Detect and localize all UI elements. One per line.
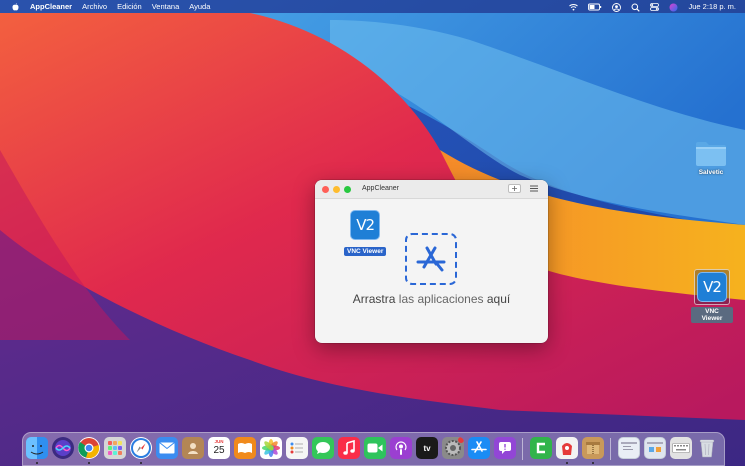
dock: JUN 25 tv <box>22 432 725 466</box>
app-store-icon <box>471 441 487 453</box>
maximize-button[interactable] <box>344 186 351 193</box>
search-icon[interactable] <box>631 3 641 12</box>
dock-music[interactable] <box>338 437 360 459</box>
keyboard-icon <box>672 443 690 453</box>
minimize-button[interactable] <box>333 186 340 193</box>
dock-tv[interactable]: tv <box>416 437 438 459</box>
dock-system-preferences[interactable] <box>442 437 464 459</box>
dock-app-store[interactable] <box>468 437 490 459</box>
running-indicator <box>140 462 142 464</box>
dock-siri[interactable] <box>52 437 74 459</box>
launchpad-icon <box>108 441 122 455</box>
dock-podcasts[interactable] <box>390 437 412 459</box>
close-button[interactable] <box>322 186 329 193</box>
books-icon <box>238 443 252 453</box>
dock-safari[interactable] <box>130 437 152 459</box>
dock-contacts[interactable] <box>182 437 204 459</box>
trash-icon <box>699 439 715 458</box>
appcleaner-icon <box>562 443 572 455</box>
dock-keyboard-viewer[interactable] <box>670 437 692 459</box>
menu-ventana[interactable]: Ventana <box>152 2 180 11</box>
dock-trash[interactable] <box>696 437 718 459</box>
archive-icon <box>586 442 600 454</box>
tv-label: tv <box>423 443 431 453</box>
wifi-icon[interactable] <box>569 3 579 11</box>
mail-icon <box>159 442 175 454</box>
finder-icon <box>26 437 48 459</box>
siri-icon[interactable] <box>669 3 678 11</box>
chrome-icon <box>78 438 100 458</box>
dock-camtasia[interactable] <box>530 437 552 459</box>
notification-badge <box>458 437 464 443</box>
facetime-icon <box>367 443 383 453</box>
music-icon <box>343 440 355 455</box>
menu-archivo[interactable]: Archivo <box>82 2 107 11</box>
user-icon[interactable] <box>612 2 622 12</box>
podcasts-icon <box>395 441 407 455</box>
desktop-vnc-viewer[interactable]: V2 VNC Viewer <box>691 269 733 325</box>
dock-feedback[interactable] <box>494 437 516 459</box>
drop-target[interactable] <box>405 233 457 285</box>
camtasia-icon <box>536 442 545 454</box>
dock-window-1[interactable] <box>618 437 640 459</box>
calendar-day: 25 <box>213 445 225 456</box>
dock-launchpad[interactable] <box>104 437 126 459</box>
photos-icon <box>262 439 280 457</box>
menu-clock[interactable]: Jue 2:18 p. m. <box>688 2 736 11</box>
desktop-folder[interactable]: Salvetic <box>691 140 731 176</box>
drop-area[interactable]: V2 VNC Viewer Arrastra las aplicaciones … <box>315 199 548 343</box>
dock-photos[interactable] <box>260 437 282 459</box>
dragged-vnc-viewer[interactable]: V2 VNC Viewer <box>344 210 387 258</box>
dock-finder[interactable] <box>26 437 48 459</box>
window-thumbnail-icon <box>621 442 637 450</box>
dock-books[interactable] <box>234 437 256 459</box>
desktop-folder-label: Salvetic <box>698 169 724 176</box>
battery-icon[interactable] <box>588 3 602 11</box>
smartdelete-toggle-icon[interactable] <box>508 184 521 193</box>
running-indicator <box>566 462 568 464</box>
running-indicator <box>36 462 38 464</box>
dock-window-2[interactable] <box>644 437 666 459</box>
drop-text-aqui: aquí <box>486 292 511 306</box>
menu-app-name[interactable]: AppCleaner <box>30 2 72 11</box>
dock-messages[interactable] <box>312 437 334 459</box>
feedback-icon <box>499 442 511 454</box>
dock-archive-utility[interactable] <box>582 437 604 459</box>
running-indicator <box>592 462 594 464</box>
drop-instruction: Arrastra las aplicaciones aquí <box>315 292 548 306</box>
siri-icon <box>55 440 71 456</box>
drop-text-arrastra: Arrastra <box>352 292 396 306</box>
vnc-viewer-icon: V2 <box>350 210 381 240</box>
app-store-icon <box>416 246 446 272</box>
dock-mail[interactable] <box>156 437 178 459</box>
vnc-viewer-icon: V2 <box>697 272 727 302</box>
dock-calendar[interactable]: JUN 25 <box>208 437 230 459</box>
folder-icon <box>696 142 726 166</box>
contacts-icon <box>188 443 198 454</box>
dock-separator <box>522 438 523 460</box>
control-center-icon[interactable] <box>650 2 660 11</box>
running-indicator <box>88 462 90 464</box>
dock-chrome[interactable] <box>78 437 100 459</box>
drop-text-las-aplicaciones: las aplicaciones <box>398 292 484 306</box>
messages-icon <box>316 442 330 454</box>
window-titlebar[interactable]: AppCleaner <box>315 180 548 199</box>
reminders-icon <box>290 442 303 454</box>
safari-icon <box>131 438 151 458</box>
apple-menu-icon[interactable] <box>11 2 19 11</box>
window-title: AppCleaner <box>362 185 399 192</box>
menu-edicion[interactable]: Edición <box>117 2 142 11</box>
dock-appcleaner[interactable] <box>556 437 578 459</box>
dock-facetime[interactable] <box>364 437 386 459</box>
window-thumbnail-icon <box>647 442 663 452</box>
desktop-vnc-label: VNC Viewer <box>691 307 733 323</box>
menu-ayuda[interactable]: Ayuda <box>189 2 210 11</box>
appcleaner-window: AppCleaner V2 VNC Viewer Arrastra las ap… <box>315 180 548 343</box>
dock-separator <box>610 438 611 460</box>
dock-reminders[interactable] <box>286 437 308 459</box>
list-menu-icon[interactable] <box>529 184 539 193</box>
dragged-vnc-label: VNC Viewer <box>344 247 387 256</box>
menu-bar: AppCleaner Archivo Edición Ventana Ayuda… <box>0 0 745 13</box>
